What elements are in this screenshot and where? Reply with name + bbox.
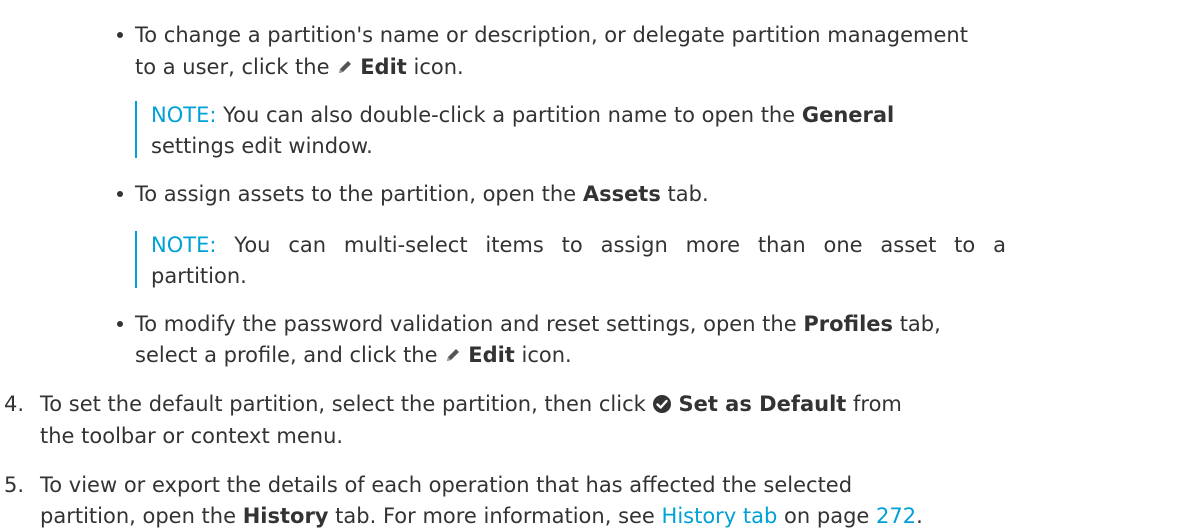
note-bar [135, 231, 137, 288]
assets-label: Assets [582, 182, 661, 206]
step-4-line-2: the toolbar or context menu. [40, 424, 344, 448]
set-as-default-label: Set as Default [678, 392, 847, 416]
bullet-dot [117, 32, 123, 38]
check-circle-icon [653, 395, 672, 413]
note-1-line-2: settings edit window. [151, 134, 373, 158]
page-number-link[interactable]: 272 [876, 504, 916, 528]
step-4-number: 4. [4, 392, 25, 416]
step-5-line-2: partition, open the History tab. For mor… [40, 504, 923, 528]
general-label: General [801, 103, 895, 127]
profiles-label: Profiles [803, 312, 894, 336]
history-tab-link[interactable]: History tab [662, 504, 778, 528]
step-5-number: 5. [4, 473, 25, 497]
note-label: NOTE: [151, 233, 217, 257]
bullet-1-line-2: to a user, click the Edit icon. [135, 55, 464, 79]
history-label: History [242, 504, 329, 528]
edit-label: Edit [468, 343, 515, 367]
pencil-icon [447, 349, 460, 361]
step-4-line-1: To set the default partition, select the… [40, 392, 902, 416]
edit-label: Edit [360, 55, 407, 79]
note-2-line-2: partition. [151, 264, 247, 288]
pencil-icon [339, 61, 352, 73]
bullet-dot [117, 321, 123, 327]
bullet-3-line-2: select a profile, and click the Edit ico… [135, 343, 572, 367]
note-label: NOTE: [151, 103, 217, 127]
bullet-2-line-1: To assign assets to the partition, open … [135, 182, 709, 206]
note-1-line-1: NOTE: You can also double-click a partit… [151, 103, 895, 127]
bullet-1-line-1: To change a partition's name or descript… [135, 23, 968, 47]
note-2-line-1: NOTE: You can multi-select items to assi… [151, 233, 1006, 257]
bullet-3-line-1: To modify the password validation and re… [135, 312, 941, 336]
step-5-line-1: To view or export the details of each op… [40, 473, 853, 497]
note-bar [135, 101, 137, 158]
bullet-dot [117, 191, 123, 197]
